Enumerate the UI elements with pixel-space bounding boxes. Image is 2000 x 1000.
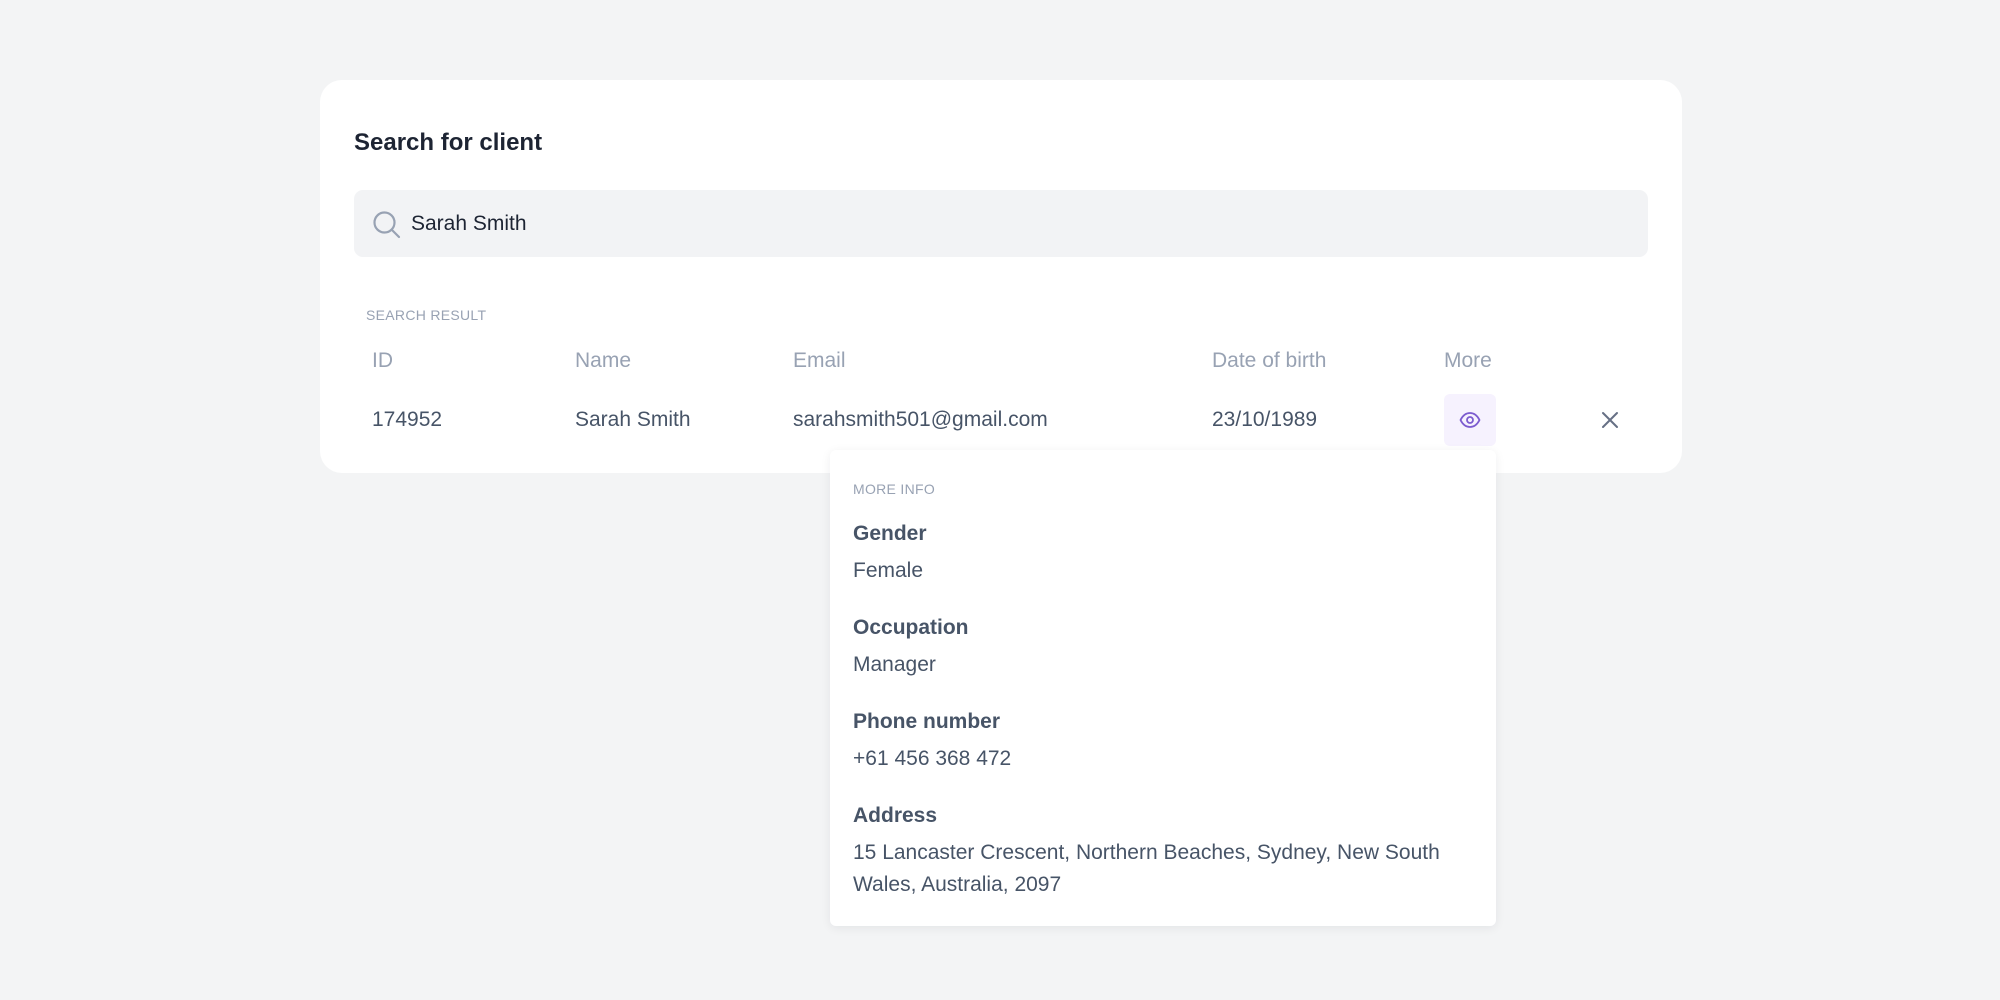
close-icon [1602, 412, 1618, 428]
cell-date-of-birth: 23/10/1989 [1212, 408, 1318, 431]
search-input[interactable] [411, 190, 1611, 257]
page-title: Search for client [354, 129, 543, 156]
address-label: Address [853, 804, 938, 827]
gender-value: Female [853, 559, 924, 582]
search-result-label: SEARCH RESULT [366, 307, 487, 323]
phone-number-value: +61 456 368 472 [853, 747, 1012, 770]
gender-label: Gender [853, 522, 927, 545]
column-header-more: More [1444, 349, 1492, 372]
remove-result-button[interactable] [1592, 402, 1628, 438]
cell-id: 174952 [372, 408, 443, 431]
search-box[interactable] [354, 190, 1648, 257]
address-value: 15 Lancaster Crescent, Northern Beaches,… [853, 841, 1440, 896]
view-more-button[interactable] [1444, 394, 1496, 446]
more-info-popover: MORE INFO Gender Female Occupation Manag… [830, 450, 1496, 926]
column-header-id: ID [372, 349, 393, 372]
cell-name: Sarah Smith [575, 408, 691, 431]
more-info-label: MORE INFO [853, 481, 936, 497]
eye-icon [1459, 412, 1481, 428]
column-header-date-of-birth: Date of birth [1212, 349, 1327, 372]
search-client-card: Search for client SEARCH RESULT ID Name … [320, 80, 1682, 473]
phone-number-label: Phone number [853, 710, 1001, 733]
occupation-value: Manager [853, 653, 936, 676]
cell-email: sarahsmith501@gmail.com [793, 408, 1048, 431]
search-icon [372, 210, 402, 240]
column-header-name: Name [575, 349, 632, 372]
column-header-email: Email [793, 349, 846, 372]
occupation-label: Occupation [853, 616, 969, 639]
